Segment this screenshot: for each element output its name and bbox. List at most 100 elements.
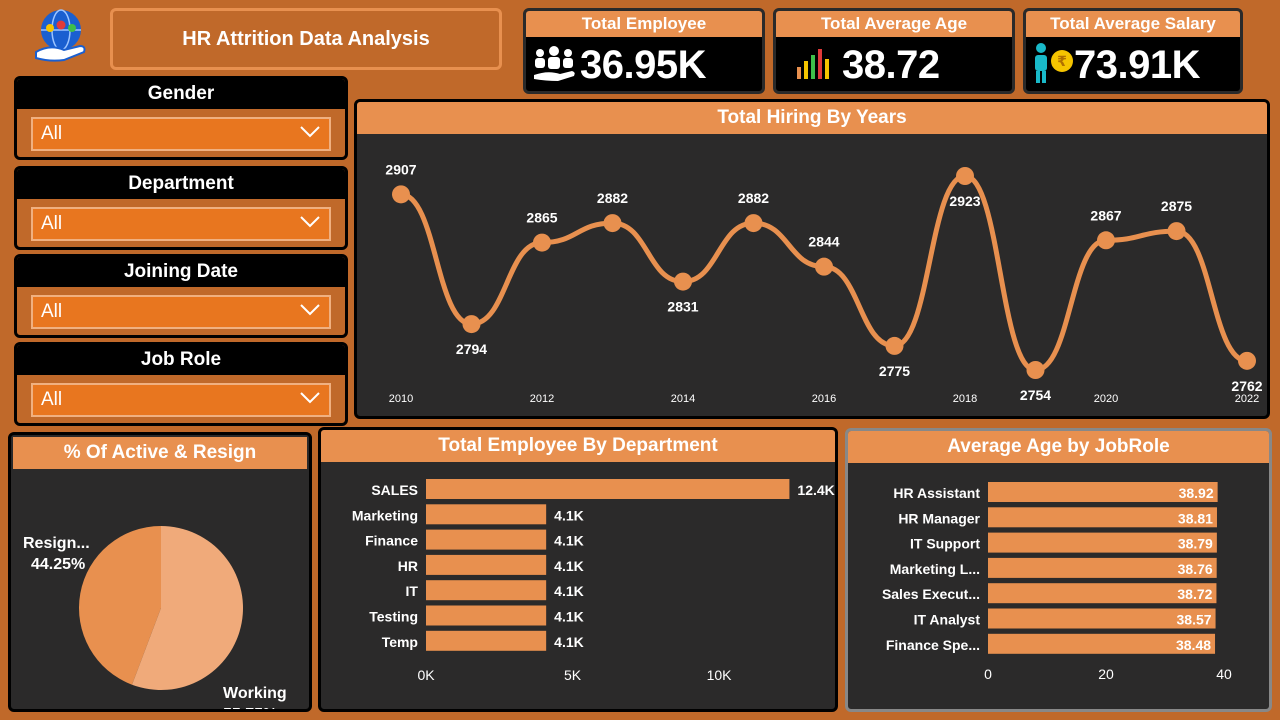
bar <box>426 580 547 601</box>
pie-label-value: 55.75% <box>223 706 277 711</box>
filter-label: Gender <box>17 79 345 109</box>
data-label: 2867 <box>1090 207 1121 223</box>
employee-by-department-panel: Total Employee By Department SALES 12.4K M… <box>318 427 838 712</box>
bar <box>426 630 547 651</box>
data-label: 2794 <box>456 341 487 357</box>
job-role-filter: Job Role All <box>14 342 348 426</box>
department-dropdown[interactable]: All <box>31 207 331 241</box>
category-label: Marketing L... <box>890 561 980 577</box>
x-tick-label: 0 <box>984 666 992 682</box>
gender-dropdown[interactable]: All <box>31 117 331 151</box>
kpi-total-employee-card: Total Employee 36.95K <box>523 8 765 94</box>
hiring-point <box>533 233 551 252</box>
filter-label: Joining Date <box>17 257 345 287</box>
average-age-by-jobrole-panel[interactable]: Average Age by JobRole HR Assistant 38.92… <box>845 428 1272 712</box>
category-label: Sales Execut... <box>882 586 980 602</box>
hiring-point <box>1026 361 1045 379</box>
bar <box>426 479 790 499</box>
data-label: 2831 <box>667 299 698 315</box>
data-label: 2882 <box>597 190 628 206</box>
hiring-point <box>815 257 833 276</box>
chart-title: Total Hiring By Years <box>357 102 1267 134</box>
category-label: IT Analyst <box>914 612 981 628</box>
hiring-point <box>392 185 410 204</box>
data-label: 2844 <box>808 234 839 250</box>
hiring-point <box>744 214 763 233</box>
data-label: 2762 <box>1231 378 1262 394</box>
data-label: 2907 <box>385 161 416 177</box>
active-resign-panel: % Of Active & Resign Resign... 44.25% Work… <box>8 432 312 712</box>
hiring-line-chart: 2907 2794 2865 2882 2831 2882 2844 2775 2923 2754… <box>385 161 1262 405</box>
hiring-point <box>885 336 904 355</box>
kpi-label: Total Average Age <box>776 11 1012 37</box>
active-resign-pie-chart: Resign... 44.25% Working 55.75% <box>23 526 287 711</box>
data-label: 38.76 <box>1178 561 1213 577</box>
bar <box>426 554 547 575</box>
x-tick-label: 2018 <box>953 393 977 405</box>
x-tick-label: 2010 <box>389 393 413 405</box>
category-label: SALES <box>371 482 418 498</box>
jobrole-age-bar-chart: HR Assistant 38.92 HR Manager 38.81 IT Suppo… <box>882 482 1232 682</box>
dropdown-value: All <box>41 123 63 144</box>
x-tick-label: 2014 <box>671 393 695 405</box>
kpi-value: 36.95K <box>580 42 706 87</box>
joining-date-dropdown[interactable]: All <box>31 295 331 329</box>
kpi-average-salary-card: Total Average Salary ₹ 73.91K <box>1023 8 1243 94</box>
chart-title: % Of Active & Resign <box>13 437 307 469</box>
hiring-point <box>1167 222 1186 241</box>
person-rupee-coin-icon: ₹ <box>1032 41 1074 90</box>
hr-logo-icon <box>30 8 92 66</box>
hiring-point <box>956 167 974 185</box>
bar <box>426 504 547 525</box>
category-label: HR Manager <box>898 510 980 526</box>
category-label: IT Support <box>910 536 980 552</box>
x-tick-label: 5K <box>564 667 582 683</box>
data-label: 2754 <box>1020 387 1051 403</box>
kpi-value: 38.72 <box>842 42 940 87</box>
hiring-point <box>462 315 481 334</box>
bar <box>426 605 547 626</box>
hiring-point <box>603 214 622 233</box>
data-label: 2865 <box>526 210 557 226</box>
hiring-point <box>1238 351 1256 370</box>
joining-date-filter: Joining Date All <box>14 254 348 338</box>
bar <box>426 529 547 550</box>
kpi-label: Total Average Salary <box>1026 11 1240 37</box>
dropdown-value: All <box>41 301 63 322</box>
data-label: 2882 <box>738 190 769 206</box>
svg-text:₹: ₹ <box>1057 53 1067 69</box>
kpi-value: 73.91K <box>1074 42 1200 87</box>
bar-chart-icon <box>794 45 830 86</box>
pie-label-value: 44.25% <box>31 556 85 573</box>
data-label: 38.57 <box>1177 612 1212 628</box>
data-label: 4.1K <box>554 634 584 650</box>
dropdown-value: All <box>41 389 63 410</box>
category-label: HR Assistant <box>893 485 980 501</box>
employees-group-icon <box>532 43 576 88</box>
data-label: 38.79 <box>1178 536 1213 552</box>
filter-label: Job Role <box>17 345 345 375</box>
job-role-dropdown[interactable]: All <box>31 383 331 417</box>
data-label: 4.1K <box>554 558 584 574</box>
data-label: 4.1K <box>554 609 584 625</box>
chevron-down-icon <box>299 389 321 411</box>
hiring-point <box>1097 231 1115 250</box>
gender-filter: Gender All <box>14 76 348 160</box>
x-tick-label: 0K <box>417 667 435 683</box>
chart-title: Total Employee By Department <box>321 430 835 462</box>
chevron-down-icon <box>299 301 321 323</box>
pie-label-name: Working <box>223 685 287 702</box>
data-label: 38.72 <box>1177 586 1212 602</box>
department-bar-chart: SALES 12.4K Marketing 4.1K Finance 4.1K HR 4.1K… <box>352 479 835 683</box>
data-label: 2875 <box>1161 198 1192 214</box>
data-label: 2923 <box>949 193 980 209</box>
dropdown-value: All <box>41 213 63 234</box>
category-label: Testing <box>369 609 418 625</box>
data-label: 4.1K <box>554 583 584 599</box>
category-label: HR <box>398 558 418 574</box>
dashboard-title: HR Attrition Data Analysis <box>110 8 502 70</box>
data-label: 4.1K <box>554 507 584 523</box>
category-label: Finance <box>365 533 418 549</box>
x-tick-label: 20 <box>1098 666 1114 682</box>
hiring-point <box>674 272 692 291</box>
